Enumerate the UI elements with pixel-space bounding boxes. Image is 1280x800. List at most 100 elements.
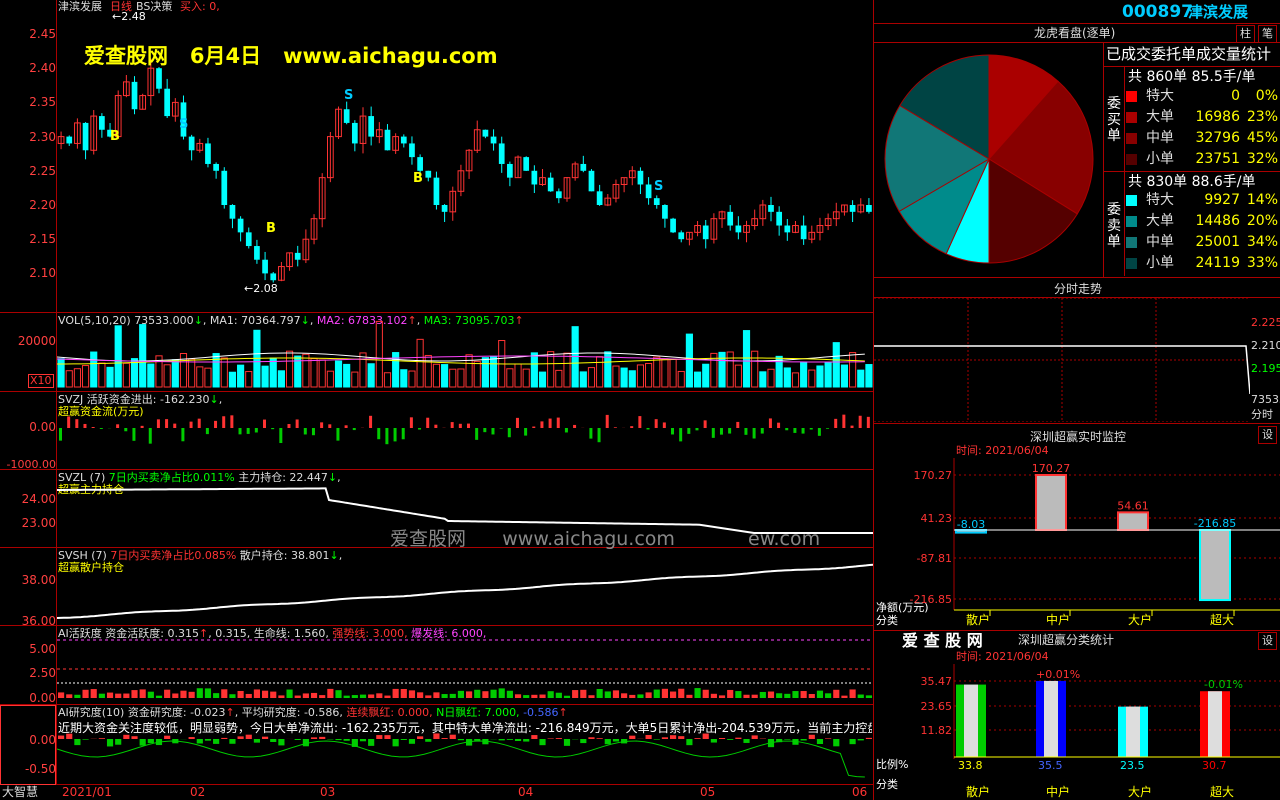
row-qty: 24119 [1195,255,1240,271]
active-bar [718,695,726,698]
candle-body [254,246,260,260]
monitor-bar-2 [1117,511,1149,532]
classify-bar-highlight [1044,680,1058,757]
row-qty: 23751 [1195,151,1240,167]
dragon-pie-chart[interactable] [876,44,1102,274]
active-bar [710,693,717,698]
volume-bar [277,370,285,388]
active-bar [155,695,163,698]
volume-chart[interactable] [57,313,873,391]
watermark-middle: 爱查股网 www.aichagu.com [390,528,675,550]
flow-bar [165,419,169,428]
svzj-chart[interactable] [57,392,873,469]
classify-settings-button[interactable]: 设 [1258,632,1277,650]
volume-bar [808,369,816,388]
active-bar [449,693,456,698]
ai-research-chart[interactable] [57,705,873,784]
active-bar [841,695,848,698]
research-bar [547,738,554,739]
research-bar [196,739,203,744]
research-bar [449,734,456,739]
retail-position-line [57,563,873,619]
active-bar [359,694,367,698]
monitor-ytick-2: -87.81 [917,552,952,565]
flow-bar [295,419,299,428]
flow-bar [197,418,201,428]
research-bar [335,739,342,741]
candle-body [784,225,791,233]
research-bar [82,739,89,740]
research-bar [188,737,195,739]
research-bar [751,735,758,739]
active-bar [90,689,97,698]
volume-bar [400,369,408,388]
ai-research-comment: 近期大资金关注度较低，明显弱势，今日大单净流出: -162.235万元，其中特大… [58,722,872,734]
volume-bar [106,366,114,388]
candle-body [768,205,774,212]
candle-body [596,191,603,205]
active-bar [74,694,81,698]
active-bar [147,691,154,698]
intraday-chart[interactable] [874,298,1250,422]
active-bar [474,689,481,698]
column-toggle-button[interactable]: 柱 [1236,25,1255,43]
volume-bar [767,368,775,388]
active-bar [580,689,587,698]
flow-bar [426,417,430,428]
research-bar [588,737,595,739]
flow-bar [467,423,470,428]
classify-ylabel: 比例% [876,757,908,771]
svsh-chart[interactable] [57,548,873,625]
flow-bar [768,418,772,428]
main-chart-area[interactable]: 2.45 2.40 2.35 2.30 2.25 2.20 2.15 2.10 BSBSBS … [0,0,874,800]
flow-bar [858,415,862,428]
volume-bar [90,351,98,388]
flow-bar [491,428,495,435]
active-bar [343,695,350,698]
active-bar [270,691,277,698]
classify-title: 深圳超赢分类统计 [1018,633,1115,647]
research-bar [343,739,350,741]
volume-bar [228,371,237,388]
volume-bar [791,372,800,388]
monitor-bar-chart[interactable]: 170.27 41.23 -87.81 -216.85 -8.03 散户 170.27 中户 5… [874,458,1280,630]
flow-bar [785,428,789,431]
volume-bar [742,330,751,388]
flow-bar [630,426,634,428]
buy-total: 共 860单 85.5手/单 [1128,69,1256,85]
monitor-settings-button[interactable]: 设 [1258,426,1277,444]
classify-bar-chart[interactable]: 35.47 23.65 11.82 33.8 散户 35.5 中户 23.5 大户 30.7 超大 +… [874,664,1280,800]
active-bar [825,693,832,698]
candle-body [653,198,660,205]
research-bar [115,739,122,745]
date-label-0: 2021/01 [62,785,112,799]
flow-bar [140,425,144,428]
research-bar [58,735,65,739]
signal-S-3: S [344,88,353,103]
active-bar [784,693,791,698]
flow-bar [238,428,242,435]
flow-bar [132,428,136,441]
research-bar [392,739,399,747]
pen-toggle-button[interactable]: 笔 [1258,25,1277,43]
active-bar [278,695,285,698]
ai-active-chart[interactable] [57,626,873,704]
flow-bar [385,428,389,445]
flow-bar [573,424,577,428]
flow-bar [401,428,405,440]
candle-body [294,252,301,260]
active-bar [759,691,766,698]
flow-bar [75,419,79,428]
volume-bar [375,320,383,388]
volume-bar [661,358,669,388]
flow-bar [695,428,699,431]
volume-bar [596,356,604,388]
sell-row-0: 特大 9927 14% [1126,190,1280,211]
volume-bar [465,354,473,388]
research-bar [229,739,236,744]
research-bar [106,739,114,747]
active-bar [808,693,815,698]
research-bar [278,739,285,746]
flow-bar [646,428,650,430]
volume-bar [359,352,367,388]
